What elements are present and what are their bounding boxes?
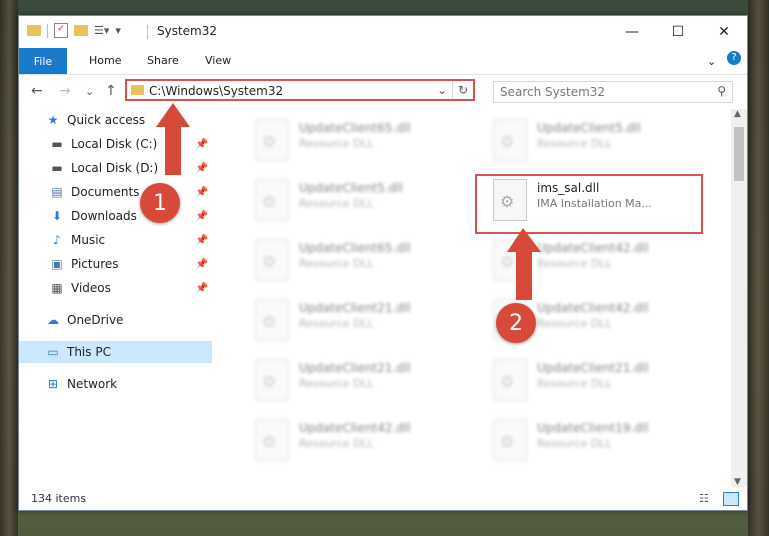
arrow-1 <box>156 103 190 175</box>
step-2-badge: 2 <box>496 303 536 343</box>
arrow-2 <box>507 228 541 300</box>
annotation-arrows <box>156 103 541 300</box>
step-1-badge: 1 <box>140 183 180 223</box>
